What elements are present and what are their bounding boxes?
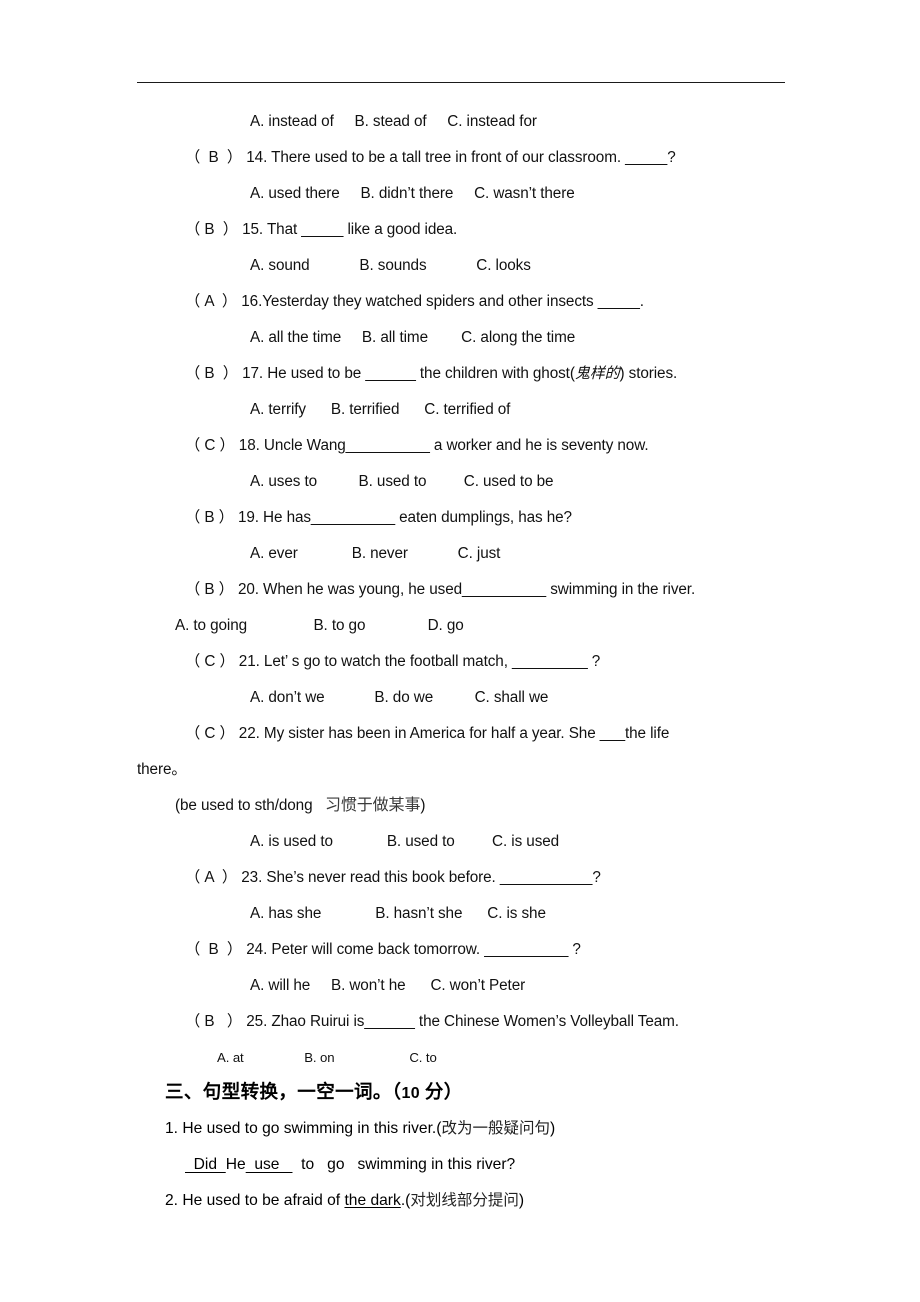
answer-blank-1[interactable]: Did — [185, 1156, 226, 1173]
question-wrap-22: there。 — [137, 761, 187, 778]
question-text-25: 25. Zhao Ruirui is______ the Chinese Wom… — [242, 1013, 679, 1030]
option-row-17: A. terrify B. terrified C. terrified of — [250, 401, 511, 418]
question-row-20: （ B ） 20. When he was young, he used____… — [137, 572, 797, 608]
transform-item-1-instruction: 改为一般疑问句 — [441, 1120, 550, 1137]
transform-item-1-text: 1. He used to go swimming in this river.… — [165, 1120, 442, 1137]
section-three-heading: 三、句型转换，一空一词。（10 分） — [137, 1076, 797, 1111]
question-row-15: （ B ） 15. That _____ like a good idea. — [137, 212, 797, 248]
option-row-24: A. will he B. won’t he C. won’t Peter — [250, 977, 526, 994]
question-text-19: 19. He has__________ eaten dumplings, ha… — [233, 509, 572, 526]
answer-mark-25[interactable]: （ B ） — [185, 1004, 242, 1040]
option-row-23: A. has she B. hasn’t she C. is she — [250, 905, 546, 922]
question-row-22: （ C ） 22. My sister has been in America … — [137, 716, 797, 752]
question-row-23: （ A ） 23. She’s never read this book bef… — [137, 860, 797, 896]
question-text-17-pre: 17. He used to be ______ the children wi… — [237, 365, 575, 382]
transform-item-2-instruction: 对划线部分提问 — [410, 1192, 519, 1209]
question-text-24: 24. Peter will come back tomorrow. _____… — [242, 941, 581, 958]
exam-page: A. instead of B. stead of C. instead for… — [0, 0, 920, 1302]
answer-tail-1: to go swimming in this river? — [292, 1156, 516, 1173]
answer-mark-23[interactable]: （ A ） — [185, 860, 237, 896]
question-note-22: (be used to sth/dong 习惯于做某事) — [137, 788, 797, 824]
option-row-19: A. ever B. never C. just — [250, 545, 501, 562]
transform-item-2-pre: 2. He used to be afraid of — [165, 1192, 345, 1209]
transform-item-1: 1. He used to go swimming in this river.… — [137, 1111, 797, 1147]
question-text-16: 16.Yesterday they watched spiders and ot… — [237, 293, 644, 310]
transform-item-2-close: ) — [518, 1192, 525, 1209]
answer-mark-18[interactable]: （ C ） — [185, 428, 235, 464]
answer-mark-19[interactable]: （ B ） — [185, 500, 234, 536]
question-row-21: （ C ） 21. Let’ s go to watch the footbal… — [137, 644, 797, 680]
note-text-22-post: ) — [420, 797, 426, 814]
question-text-15: 15. That _____ like a good idea. — [237, 221, 458, 238]
section-three-heading-tail: 分） — [424, 1083, 463, 1103]
question-text-17-post: ) stories. — [619, 365, 678, 382]
exam-content: A. instead of B. stead of C. instead for… — [137, 104, 797, 1219]
question-row-25: （ B ） 25. Zhao Ruirui is______ the Chine… — [137, 1004, 797, 1040]
transform-item-2-underlined-phrase: the dark — [344, 1192, 401, 1209]
answer-mark-15[interactable]: （ B ） — [185, 212, 238, 248]
answer-mark-16[interactable]: （ A ） — [185, 284, 237, 320]
option-row-16: A. all the time B. all time C. along the… — [250, 329, 576, 346]
question-text-21: 21. Let’ s go to watch the football matc… — [234, 653, 601, 670]
question-row-14: （ B ） 14. There used to be a tall tree i… — [137, 140, 797, 176]
question-row-19: （ B ） 19. He has__________ eaten dumplin… — [137, 500, 797, 536]
note-gloss-22: 习惯于做某事 — [324, 797, 421, 814]
note-text-22-pre: (be used to sth/dong — [175, 797, 325, 814]
question-row-18: （ C ） 18. Uncle Wang__________ a worker … — [137, 428, 797, 464]
question-gloss-17: 鬼样的 — [574, 366, 620, 382]
transform-item-2: 2. He used to be afraid of the dark.(对划线… — [137, 1183, 797, 1219]
answer-mark-21[interactable]: （ C ） — [185, 644, 235, 680]
section-three-points: 10 — [401, 1085, 425, 1102]
question-row-17: （ B ） 17. He used to be ______ the child… — [137, 356, 797, 392]
section-three-heading-text: 三、句型转换，一空一词。（ — [165, 1083, 402, 1103]
option-row-15: A. sound B. sounds C. looks — [250, 257, 531, 274]
question-text-20: 20. When he was young, he used__________… — [233, 581, 696, 598]
option-row-21: A. don’t we B. do we C. shall we — [250, 689, 549, 706]
transform-item-1-answer[interactable]: Did He use to go swimming in this river? — [137, 1147, 797, 1183]
answer-mark-24[interactable]: （ B ） — [185, 932, 242, 968]
answer-mid-word-1: He — [225, 1156, 246, 1173]
question-text-14: 14. There used to be a tall tree in fron… — [242, 149, 676, 166]
option-row-18: A. uses to B. used to C. used to be — [250, 473, 554, 490]
option-row-14: A. used there B. didn’t there C. wasn’t … — [250, 185, 575, 202]
option-row-20: A. to going B. to go D. go — [175, 617, 464, 634]
answer-blank-2[interactable]: use — [246, 1156, 293, 1173]
header-divider-rule — [137, 82, 785, 83]
option-row-22: A. is used to B. used to C. is used — [250, 833, 560, 850]
answer-mark-14[interactable]: （ B ） — [185, 140, 242, 176]
option-row: A. instead of B. stead of C. instead for — [250, 113, 537, 130]
option-row-25: A. at B. on C. to — [217, 1050, 437, 1065]
question-text-18: 18. Uncle Wang__________ a worker and he… — [234, 437, 649, 454]
answer-mark-20[interactable]: （ B ） — [185, 572, 234, 608]
question-text-22: 22. My sister has been in America for ha… — [234, 725, 670, 742]
transform-item-2-mid: .( — [400, 1192, 411, 1209]
answer-mark-22[interactable]: （ C ） — [185, 716, 235, 752]
transform-item-1-close: ) — [549, 1120, 556, 1137]
question-row-24: （ B ） 24. Peter will come back tomorrow.… — [137, 932, 797, 968]
question-text-23: 23. She’s never read this book before. _… — [237, 869, 601, 886]
question-row-16: （ A ） 16.Yesterday they watched spiders … — [137, 284, 797, 320]
answer-mark-17[interactable]: （ B ） — [185, 356, 238, 392]
